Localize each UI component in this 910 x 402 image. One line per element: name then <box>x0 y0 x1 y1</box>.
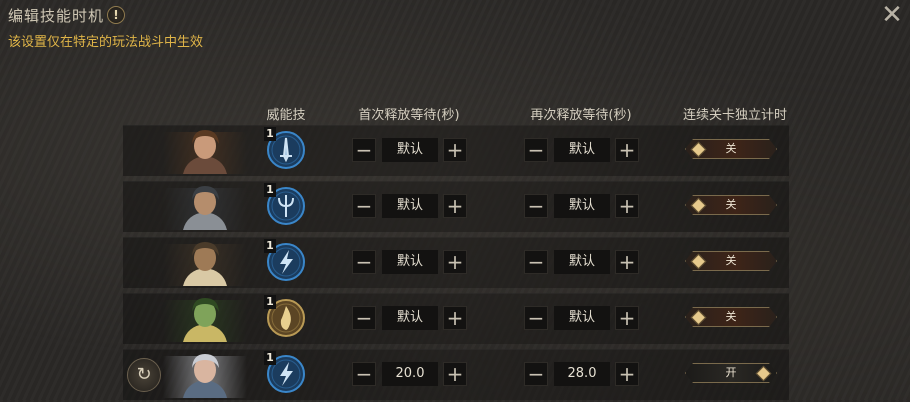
second-wait-value: 28.0 <box>554 362 610 386</box>
column-header-first-wait: 首次释放等待(秒) <box>358 108 460 123</box>
stage-timer-toggle[interactable]: 关 <box>685 251 777 271</box>
toggle-label: 关 <box>725 198 737 211</box>
hero-portrait <box>143 352 255 398</box>
skill-row: 1− 默认 + − 默认 + 关 <box>123 181 789 232</box>
plus-button[interactable]: + <box>443 138 467 162</box>
toggle-label: 关 <box>725 142 737 155</box>
hero-portrait <box>143 240 255 286</box>
page-title: 编辑技能时机 <box>8 7 105 25</box>
plus-button[interactable]: + <box>615 362 639 386</box>
plus-button[interactable]: + <box>443 306 467 330</box>
plus-button[interactable]: + <box>443 362 467 386</box>
hero-portrait <box>143 184 255 230</box>
minus-button[interactable]: − <box>352 362 376 386</box>
plus-button[interactable]: + <box>615 194 639 218</box>
skill-level-badge: 1 <box>264 239 276 253</box>
second-wait-value: 默认 <box>554 306 610 330</box>
plus-button[interactable]: + <box>615 306 639 330</box>
column-header-skill: 威能技 <box>266 108 306 123</box>
column-header-second-wait: 再次释放等待(秒) <box>530 108 632 123</box>
stage-timer-toggle[interactable]: 开 <box>685 363 777 383</box>
skill-row: 1− 默认 + − 默认 + 关 <box>123 237 789 288</box>
first-wait-value: 默认 <box>382 250 438 274</box>
first-wait-value: 默认 <box>382 138 438 162</box>
minus-button[interactable]: − <box>524 250 548 274</box>
skill-level-badge: 1 <box>264 351 276 365</box>
hero-portrait <box>143 128 255 174</box>
toggle-label: 关 <box>725 310 737 323</box>
plus-button[interactable]: + <box>443 250 467 274</box>
minus-button[interactable]: − <box>524 306 548 330</box>
toggle-label: 关 <box>725 254 737 267</box>
minus-button[interactable]: − <box>524 362 548 386</box>
plus-button[interactable]: + <box>443 194 467 218</box>
skill-level-badge: 1 <box>264 127 276 141</box>
second-wait-value: 默认 <box>554 250 610 274</box>
second-wait-value: 默认 <box>554 138 610 162</box>
first-wait-value: 默认 <box>382 194 438 218</box>
stage-timer-toggle[interactable]: 关 <box>685 195 777 215</box>
stage-timer-toggle[interactable]: 关 <box>685 307 777 327</box>
minus-button[interactable]: − <box>352 306 376 330</box>
skill-row: 1− 默认 + − 默认 + 关 <box>123 125 789 176</box>
skill-level-badge: 1 <box>264 295 276 309</box>
minus-button[interactable]: − <box>352 138 376 162</box>
hero-portrait <box>143 296 255 342</box>
minus-button[interactable]: − <box>524 194 548 218</box>
plus-button[interactable]: + <box>615 250 639 274</box>
minus-button[interactable]: − <box>352 250 376 274</box>
page-subtitle: 该设置仅在特定的玩法战斗中生效 <box>8 35 204 50</box>
skill-row: ↻ 1−20.0 + −28.0 + 开 <box>123 349 789 400</box>
toggle-label: 开 <box>725 366 737 379</box>
column-header-stage-timer: 连续关卡独立计时 <box>682 108 787 123</box>
stage-timer-toggle[interactable]: 关 <box>685 139 777 159</box>
minus-button[interactable]: − <box>524 138 548 162</box>
close-icon[interactable]: ✕ <box>880 2 904 28</box>
first-wait-value: 默认 <box>382 306 438 330</box>
skill-level-badge: 1 <box>264 183 276 197</box>
minus-button[interactable]: − <box>352 194 376 218</box>
skill-row: 1− 默认 + − 默认 + 关 <box>123 293 789 344</box>
plus-button[interactable]: + <box>615 138 639 162</box>
warning-icon[interactable]: ! <box>107 6 125 24</box>
first-wait-value: 20.0 <box>382 362 438 386</box>
second-wait-value: 默认 <box>554 194 610 218</box>
